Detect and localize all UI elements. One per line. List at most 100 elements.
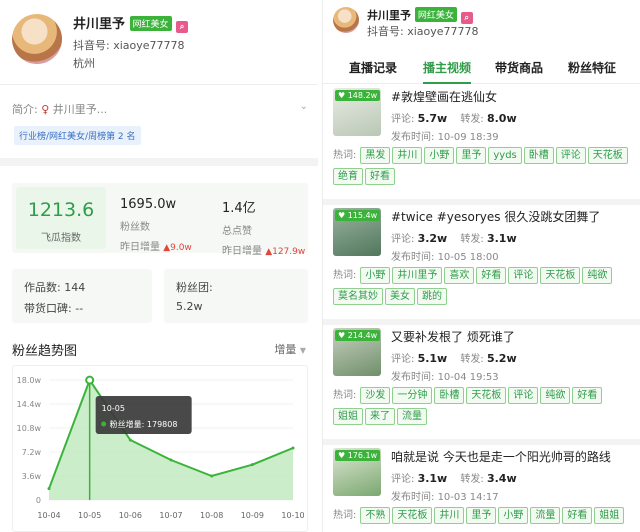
keyword-label: 热词: xyxy=(333,390,357,401)
keyword-tag[interactable]: 井川里予 xyxy=(392,267,443,284)
keyword-tag[interactable]: 不熟 xyxy=(360,507,391,524)
intro[interactable]: 简介: ♀ 井川里予... ⌄ xyxy=(12,101,308,117)
heart-icon: ♥ xyxy=(338,91,346,100)
account-id-value: xiaoye77778 xyxy=(113,39,185,52)
keyword-tag[interactable]: 小野 xyxy=(360,267,391,284)
x-tick-label: 10-06 xyxy=(119,511,142,520)
account-name: 井川里予 网红美女 ⌕ xyxy=(73,13,189,33)
like-count-badge: ♥ 176.1w xyxy=(335,450,381,461)
keyword-tag[interactable]: 绝育 xyxy=(333,168,363,185)
keyword-tag[interactable]: 好看 xyxy=(562,507,593,524)
tooltip-value: 粉丝增量: 179808 xyxy=(110,419,178,429)
keyword-tag[interactable]: 流量 xyxy=(397,408,427,425)
video-metrics: 评论: 5.7w 转发: 8.0w xyxy=(391,112,517,125)
share-count: 3.1w xyxy=(486,232,517,245)
keyword-tag[interactable]: 小野 xyxy=(498,507,529,524)
tab-live[interactable]: 直播记录 xyxy=(349,59,397,76)
keyword-tag[interactable]: 天花板 xyxy=(587,147,628,164)
account-profile-panel: 井川里予 网红美女 ⌕ 抖音号: xiaoye77778 杭州 简介: ♀ 井川… xyxy=(0,0,318,532)
video-thumbnail[interactable]: ♥ 214.4w xyxy=(333,328,381,376)
like-count-badge: ♥ 214.4w xyxy=(335,330,381,341)
keyword-tag[interactable]: 里予 xyxy=(466,507,497,524)
keyword-tag[interactable]: 喜欢 xyxy=(444,267,475,284)
video-title[interactable]: #twice #yesoryes 很久没跳女团舞了 xyxy=(391,208,600,225)
keyword-tag[interactable]: 里予 xyxy=(456,147,487,164)
keyword-tag[interactable]: 黑发 xyxy=(360,147,391,164)
y-tick-label: 7.2w xyxy=(22,448,42,457)
location: 杭州 xyxy=(73,57,95,70)
gua-index-value: 1213.6 xyxy=(27,199,95,221)
keyword-tag[interactable]: 评论 xyxy=(508,387,539,404)
keyword-tag[interactable]: 来了 xyxy=(365,408,395,425)
data-point xyxy=(250,463,254,467)
video-thumbnail[interactable]: ♥ 115.4w xyxy=(333,208,381,256)
heart-icon: ♥ xyxy=(338,451,346,460)
avatar[interactable] xyxy=(333,7,359,33)
keyword-tag[interactable]: 纯欲 xyxy=(540,387,571,404)
y-tick-label: 0 xyxy=(36,496,41,505)
keyword-tag[interactable]: 评论 xyxy=(555,147,586,164)
publish-time: 发布时间: 10-09 18:39 xyxy=(391,132,499,143)
x-tick-label: 10-05 xyxy=(78,511,101,520)
video-thumbnail[interactable]: ♥ 148.2w xyxy=(333,88,381,136)
keyword-tag[interactable]: 美女 xyxy=(385,288,415,305)
avatar[interactable] xyxy=(12,14,62,64)
keyword-tag[interactable]: 莫名其妙 xyxy=(333,288,383,305)
tab-videos[interactable]: 播主视频 xyxy=(423,59,471,76)
trend-select[interactable]: 增量 ▼ xyxy=(274,341,306,357)
comment-count: 3.2w xyxy=(417,232,448,245)
keyword-tag[interactable]: 天花板 xyxy=(466,387,507,404)
keyword-tag[interactable]: 一分钟 xyxy=(392,387,433,404)
publish-time: 发布时间: 10-04 19:53 xyxy=(391,372,499,383)
keyword-tag[interactable]: 天花板 xyxy=(392,507,433,524)
video-title[interactable]: 咱就是说 今天也是走一个阳光帅哥的路线 xyxy=(391,448,611,465)
video-title[interactable]: #敦煌壁画在逃仙女 xyxy=(391,88,497,105)
search-icon[interactable]: ⌕ xyxy=(176,21,189,33)
rank-tag[interactable]: 行业榜/网红美女/周榜第 2 名 xyxy=(14,126,141,145)
goods-row: 带货口碑: -- xyxy=(24,302,84,315)
x-tick-label: 10-04 xyxy=(37,511,60,520)
keyword-tag[interactable]: 好看 xyxy=(476,267,507,284)
fans-label: 粉丝数 xyxy=(120,222,150,233)
video-list-panel: 井川里予 网红美女 ⌕ 抖音号: xiaoye77778 直播记录 播主视频 带… xyxy=(322,0,640,532)
keyword-tag[interactable]: yyds xyxy=(488,147,522,164)
comment-count: 5.1w xyxy=(417,352,448,365)
video-metrics: 评论: 3.2w 转发: 3.1w xyxy=(391,232,517,245)
tab-fans[interactable]: 粉丝特征 xyxy=(568,59,616,76)
keyword-tag[interactable]: 天花板 xyxy=(540,267,581,284)
keyword-tag[interactable]: 好看 xyxy=(365,168,395,185)
keyword-tag[interactable]: 姐姐 xyxy=(594,507,625,524)
tab-goods[interactable]: 带货商品 xyxy=(495,59,543,76)
keyword-tag[interactable]: 井川 xyxy=(392,147,423,164)
video-thumbnail[interactable]: ♥ 176.1w xyxy=(333,448,381,496)
keyword-tag[interactable]: 沙发 xyxy=(360,387,391,404)
chevron-down-icon[interactable]: ⌄ xyxy=(300,101,308,112)
account-name-text: 井川里予 xyxy=(73,17,126,32)
likes-value: 1.4亿 xyxy=(222,201,256,216)
data-point xyxy=(169,458,173,462)
keyword-tag[interactable]: 小野 xyxy=(424,147,455,164)
x-tick-label: 10-07 xyxy=(159,511,182,520)
fans-stat: 1695.0w 粉丝数 昨日增量 ▲9.0w xyxy=(120,197,192,253)
keyword-tag[interactable]: 好看 xyxy=(572,387,603,404)
keyword-tag[interactable]: 卧槽 xyxy=(523,147,554,164)
keyword-tag[interactable]: 井川 xyxy=(434,507,465,524)
keyword-tag[interactable]: 卧槽 xyxy=(434,387,465,404)
intro-label: 简介: xyxy=(12,103,38,116)
category-badge: 网红美女 xyxy=(414,7,457,22)
keyword-tag[interactable]: 流量 xyxy=(530,507,561,524)
video-separator xyxy=(323,319,640,325)
keyword-tag[interactable]: 评论 xyxy=(508,267,539,284)
keyword-tag[interactable]: 跳的 xyxy=(417,288,447,305)
account-id-label: 抖音号: xyxy=(73,39,110,52)
keyword-tag[interactable]: 纯欲 xyxy=(582,267,613,284)
account-id: 抖音号: xiaoye77778 xyxy=(367,25,479,38)
video-title[interactable]: 又要补发根了 烦死谁了 xyxy=(391,328,515,345)
tooltip-point xyxy=(85,375,95,385)
likes-increase: 昨日增量 ▲127.9w xyxy=(222,246,306,257)
triangle-down-icon: ▼ xyxy=(299,346,306,355)
y-tick-label: 14.4w xyxy=(17,400,42,409)
fans-value: 1695.0w xyxy=(120,197,177,212)
keyword-tag[interactable]: 姐姐 xyxy=(333,408,363,425)
fans-group-box: 粉丝团: 5.2w xyxy=(164,269,308,323)
